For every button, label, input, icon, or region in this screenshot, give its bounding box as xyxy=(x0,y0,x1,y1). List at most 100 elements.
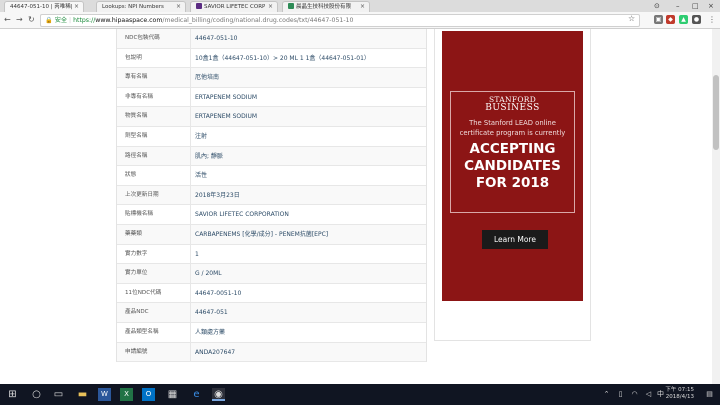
security-label: 安全 xyxy=(54,17,68,24)
scrollbar-thumb[interactable] xyxy=(713,75,719,150)
notifications-icon[interactable]: ▤ xyxy=(703,388,716,401)
url-path: /medical_billing/coding/national.drug.co… xyxy=(162,17,354,24)
lock-icon: 🔒 xyxy=(45,17,53,24)
table-row: 非專有名稱 ERTAPENEM SODIUM xyxy=(117,87,426,108)
menu-icon[interactable]: ⋮ xyxy=(708,15,716,25)
row-key: 包說明 xyxy=(117,48,191,68)
profile-icon[interactable]: ⊙ xyxy=(654,0,660,12)
clock-time: 下午 07:15 xyxy=(665,387,694,393)
close-icon[interactable]: × xyxy=(360,2,365,12)
row-value: CARBAPENEMS [化學/成分] - PENEM抗菌[EPC] xyxy=(195,230,329,238)
windows-start-icon[interactable]: ⊞ xyxy=(6,388,19,401)
table-row: 11位NDC代碼 44647-0051-10 xyxy=(117,283,426,304)
window-close-icon[interactable]: × xyxy=(708,0,714,12)
back-icon[interactable]: ← xyxy=(4,15,11,25)
reload-icon[interactable]: ↻ xyxy=(28,15,35,25)
row-value: 44647-0051-10 xyxy=(195,289,242,297)
extension-icon[interactable]: ◆ xyxy=(666,15,675,24)
row-key: 狀態 xyxy=(117,166,191,185)
ad-brand-line2: BUSINESS xyxy=(485,103,540,113)
table-row: NDC包裝代碼 44647-051-10 xyxy=(117,29,426,49)
tray-chevron-icon[interactable]: ⌃ xyxy=(600,388,613,401)
row-value: G / 20ML xyxy=(195,270,222,278)
star-icon[interactable]: ☆ xyxy=(628,14,635,24)
row-value: ANDA207647 xyxy=(195,348,236,356)
row-value: 1 xyxy=(195,250,199,258)
row-value: 44647-051-10 xyxy=(195,35,238,42)
page-content: NDC包裝代碼 44647-051-10 包說明 10盒1盒（44647-051-10… xyxy=(0,29,712,384)
row-value: ERTAPENEM SODIUM xyxy=(195,113,258,121)
extension-icon[interactable]: ● xyxy=(692,15,701,24)
tab-label: Lookups: NPI Numbers xyxy=(102,4,164,10)
row-key: 實力單位 xyxy=(117,264,191,283)
tab-label: 44647-051-10 | 芮唯稀| xyxy=(10,4,73,10)
wifi-icon[interactable]: ◠ xyxy=(628,388,641,401)
calculator-icon[interactable]: ▦ xyxy=(166,388,179,401)
network-icon[interactable]: ▯ xyxy=(614,388,627,401)
chrome-icon[interactable]: ◉ xyxy=(212,388,225,401)
search-icon[interactable]: ○ xyxy=(30,388,43,401)
url-scheme: https:// xyxy=(73,17,96,24)
stanford-ad[interactable]: STANFORD BUSINESS The Stanford LEAD onli… xyxy=(442,31,583,301)
extension-icon[interactable]: ▲ xyxy=(679,15,688,24)
ad-headline: ACCEPTING CANDIDATES FOR 2018 xyxy=(464,141,561,191)
row-value: 厄他培南 xyxy=(195,74,220,82)
table-row: 產品類型名稱 人類處方藥 xyxy=(117,322,426,343)
table-row: 實力單位 G / 20ML xyxy=(117,264,426,284)
close-icon[interactable]: × xyxy=(268,2,273,12)
extension-icon[interactable]: ▣ xyxy=(654,15,663,24)
tab-chinese-company[interactable]: 晨晶生技科技股份有限 × xyxy=(282,1,370,12)
table-row: 狀態 活性 xyxy=(117,166,426,186)
edge-icon[interactable]: e xyxy=(190,388,203,401)
table-row: 實力數字 1 xyxy=(117,244,426,265)
tab-bar: 44647-051-10 | 芮唯稀| × Lookups: NPI Numbe… xyxy=(0,0,720,12)
tab-savior-lifetec[interactable]: SAVIOR LIFETEC CORP × xyxy=(190,1,278,12)
minimize-icon[interactable]: – xyxy=(676,0,680,12)
table-row: 劑型名稱 注射 xyxy=(117,126,426,147)
row-key: 貼標機名稱 xyxy=(117,205,191,224)
tab-hipaaspace[interactable]: 44647-051-10 | 芮唯稀| × xyxy=(4,1,84,12)
url-input[interactable]: 🔒 安全 | https://www.hipaaspace.com/medica… xyxy=(40,14,640,27)
table-row: 藥藥類 CARBAPENEMS [化學/成分] - PENEM抗菌[EPC] xyxy=(117,224,426,245)
forward-icon[interactable]: → xyxy=(16,15,23,25)
word-icon[interactable]: W xyxy=(98,388,111,401)
row-key: 藥藥類 xyxy=(117,224,191,244)
row-key: 申請編號 xyxy=(117,342,191,362)
row-value: SAVIOR LIFETEC CORPORATION xyxy=(195,211,289,219)
row-value: 活性 xyxy=(195,172,208,180)
tab-label: SAVIOR LIFETEC CORP xyxy=(204,4,266,10)
row-key: 產品NDC xyxy=(117,303,191,322)
browser-chrome: 44647-051-10 | 芮唯稀| × Lookups: NPI Numbe… xyxy=(0,0,720,29)
tab-npi-lookups[interactable]: Lookups: NPI Numbers × xyxy=(96,1,186,12)
file-explorer-icon[interactable]: ▬ xyxy=(76,388,89,401)
row-key: 上次更新日期 xyxy=(117,185,191,205)
row-value: 10盒1盒（44647-051-10）> 20 ML 1 1盒（44647-05… xyxy=(195,54,370,62)
task-view-icon[interactable]: ▭ xyxy=(52,388,65,401)
row-key: 非專有名稱 xyxy=(117,87,191,107)
url-domain: www.hipaaspace.com xyxy=(95,17,163,24)
address-bar-row: ← → ↻ 🔒 安全 | https://www.hipaaspace.com/… xyxy=(0,12,720,29)
row-key: 物質名稱 xyxy=(117,107,191,126)
outlook-icon[interactable]: O xyxy=(142,388,155,401)
row-key: 劑型名稱 xyxy=(117,126,191,146)
table-row: 產品NDC 44647-051 xyxy=(117,303,426,323)
close-icon[interactable]: × xyxy=(176,2,181,12)
row-value: 注射 xyxy=(195,132,208,140)
yahoo-icon xyxy=(196,3,202,9)
row-key: 實力數字 xyxy=(117,244,191,264)
site-favicon-icon xyxy=(288,3,294,9)
close-icon[interactable]: × xyxy=(74,2,79,12)
row-value: ERTAPENEM SODIUM xyxy=(195,93,258,101)
row-value: 肌內; 靜脈 xyxy=(195,152,223,160)
maximize-icon[interactable]: □ xyxy=(692,0,699,12)
windows-taskbar: ⊞ ○ ▭ ▬ W X O ▦ e ◉ ⌃ ▯ ◠ ◁ 中 下午 07:15 2… xyxy=(0,384,720,405)
clock[interactable]: 下午 07:15 2018/4/13 xyxy=(664,387,694,401)
scrollbar[interactable] xyxy=(712,29,720,384)
ndc-detail-table: NDC包裝代碼 44647-051-10 包說明 10盒1盒（44647-051-10… xyxy=(116,29,427,363)
table-row: 路徑名稱 肌內; 靜脈 xyxy=(117,146,426,167)
row-value: 2018年3月23日 xyxy=(195,191,240,199)
ad-subtitle: The Stanford LEAD online certificate pro… xyxy=(459,119,566,137)
learn-more-button[interactable]: Learn More xyxy=(482,230,548,249)
table-row: 包說明 10盒1盒（44647-051-10）> 20 ML 1 1盒（44647… xyxy=(117,48,426,69)
excel-icon[interactable]: X xyxy=(120,388,133,401)
